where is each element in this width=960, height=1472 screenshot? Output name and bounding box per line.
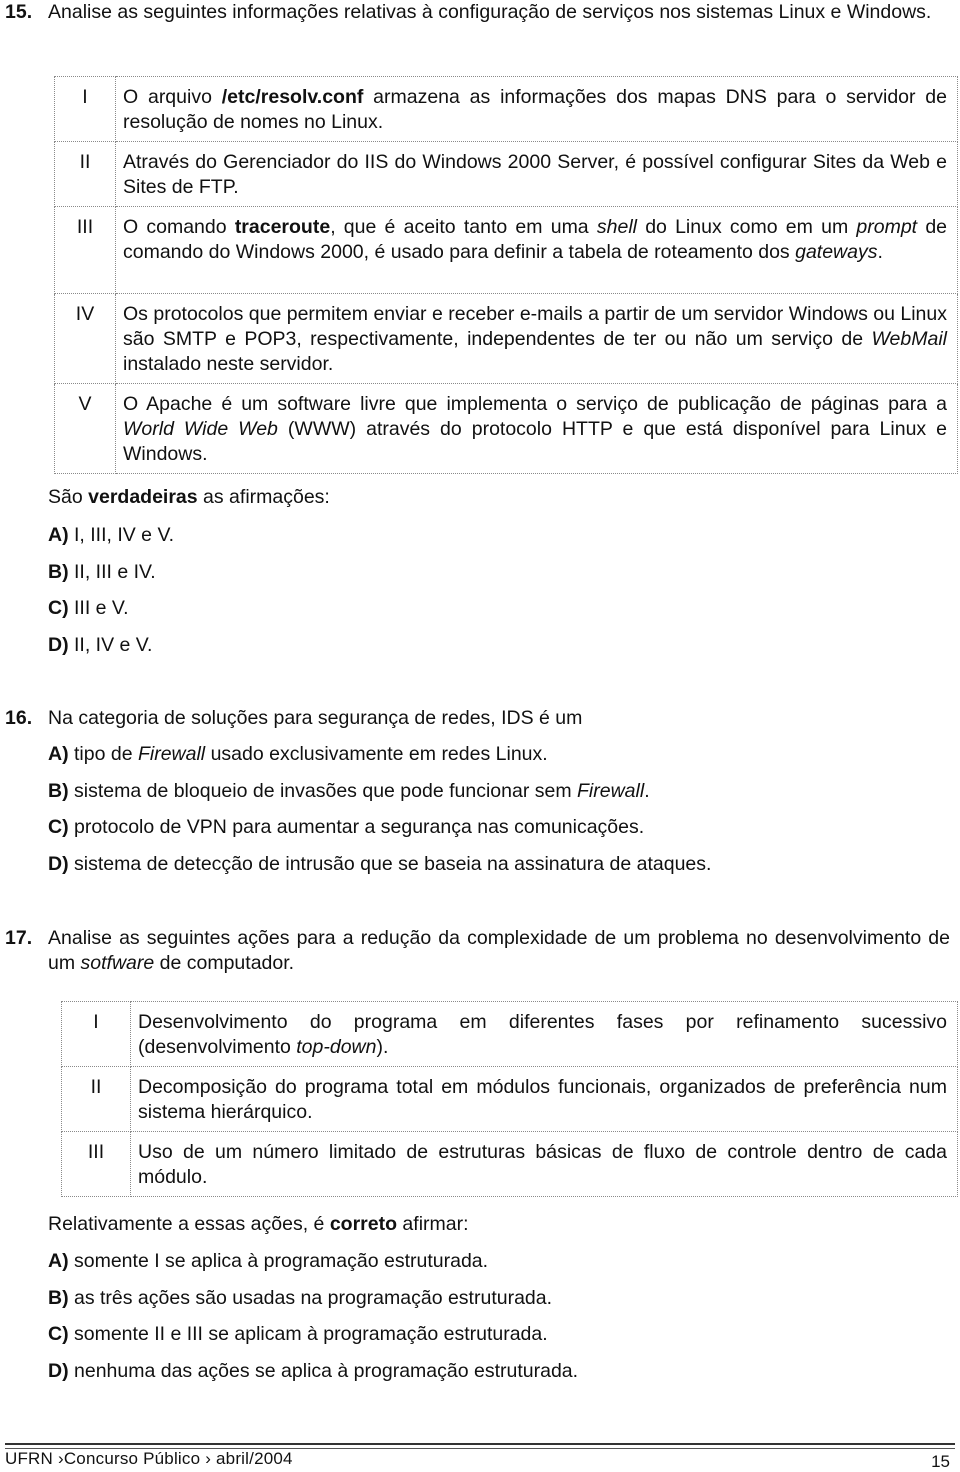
page-number: 15 bbox=[931, 1452, 950, 1471]
chevron-right-icon: › bbox=[205, 1449, 212, 1468]
statement-numeral: II bbox=[61, 1066, 131, 1132]
question-prompt: 17. Analise as seguintes ações para a re… bbox=[0, 926, 960, 976]
question-prompt-text: Analise as seguintes informações relativ… bbox=[48, 1, 932, 23]
statement-row: III O comando traceroute, que é aceito ta… bbox=[54, 206, 958, 294]
statement-row: I Desenvolvimento do programa em diferent… bbox=[61, 1001, 958, 1067]
answer-option-b[interactable]: B) II, III e IV. bbox=[48, 560, 156, 584]
option-text: sistema de bloqueio de invasões que pode… bbox=[74, 779, 650, 802]
statement-numeral: II bbox=[54, 141, 116, 207]
answer-option-b[interactable]: B) sistema de bloqueio de invasões que p… bbox=[48, 779, 650, 803]
option-text: somente II e III se aplicam à programaçã… bbox=[74, 1323, 548, 1345]
statement-numeral: I bbox=[54, 76, 116, 142]
question-stem: São verdadeiras as afirmações: bbox=[48, 486, 330, 508]
option-letter: C) bbox=[48, 816, 74, 838]
statement-numeral: III bbox=[61, 1131, 131, 1197]
question-prompt: 15. Analise as seguintes informações rel… bbox=[0, 0, 960, 25]
statement-text: Os protocolos que permitem enviar e rece… bbox=[115, 293, 958, 384]
option-text: I, III, IV e V. bbox=[74, 524, 175, 546]
option-text: tipo de Firewall usado exclusivamente em… bbox=[74, 743, 548, 765]
option-letter: D) bbox=[48, 633, 74, 656]
statement-text: Desenvolvimento do programa em diferente… bbox=[130, 1001, 958, 1067]
answer-option-c[interactable]: C) protocolo de VPN para aumentar a segu… bbox=[48, 815, 644, 839]
option-letter: B) bbox=[48, 560, 74, 583]
option-text: somente I se aplica à programação estrut… bbox=[74, 1250, 489, 1272]
option-letter: D) bbox=[48, 852, 74, 875]
question-number: 15. bbox=[5, 1, 33, 23]
statement-text: Através do Gerenciador do IIS do Windows… bbox=[115, 141, 958, 207]
question-number: 16. bbox=[5, 707, 33, 729]
question-prompt-text: Na categoria de soluções para segurança … bbox=[48, 707, 583, 729]
statement-text: O comando traceroute, que é aceito tanto… bbox=[115, 206, 958, 294]
option-letter: A) bbox=[48, 1250, 74, 1272]
answer-option-d[interactable]: D) sistema de detecção de intrusão que s… bbox=[48, 852, 711, 876]
footer-breadcrumb: UFRN ›Concurso Público › abril/2004 bbox=[5, 1449, 293, 1469]
statement-row: IO arquivo /etc/resolv.conf armazena as … bbox=[54, 76, 958, 142]
statement-row: IV Os protocolos que permitem enviar e re… bbox=[54, 293, 958, 384]
option-letter: D) bbox=[48, 1359, 74, 1382]
option-letter: A) bbox=[48, 743, 74, 765]
statements-table-q17: I Desenvolvimento do programa em diferent… bbox=[61, 1001, 958, 1197]
option-letter: B) bbox=[48, 1286, 74, 1309]
footer-institution: UFRN bbox=[5, 1449, 54, 1468]
footer-exam: Concurso Público bbox=[63, 1449, 201, 1468]
question-prompt-text: Analise as seguintes ações para a reduçã… bbox=[48, 927, 950, 974]
statement-text: O Apache é um software livre que impleme… bbox=[115, 383, 958, 474]
statement-row: II Através do Gerenciador do IIS do Windo… bbox=[54, 141, 958, 207]
statement-numeral: III bbox=[54, 206, 116, 294]
option-text: as três ações são usadas na programação … bbox=[74, 1286, 553, 1309]
question-stem: Relativamente a essas ações, é correto a… bbox=[48, 1213, 469, 1235]
statement-text: Decomposição do programa total em módulo… bbox=[130, 1066, 958, 1132]
statement-numeral: V bbox=[54, 383, 116, 474]
option-letter: A) bbox=[48, 524, 74, 546]
option-letter: B) bbox=[48, 779, 74, 802]
answer-option-d[interactable]: D) II, IV e V. bbox=[48, 633, 152, 657]
footer-date: abril/2004 bbox=[216, 1449, 293, 1468]
statement-text: Uso de um número limitado de estruturas … bbox=[130, 1131, 958, 1197]
question-17: 17. Analise as seguintes ações para a re… bbox=[0, 926, 960, 976]
question-15: 15. Analise as seguintes informações rel… bbox=[0, 0, 960, 25]
statement-row: II Decomposição do programa total em módu… bbox=[61, 1066, 958, 1132]
statement-row: VO Apache é um software livre que implem… bbox=[54, 383, 958, 474]
answer-option-a[interactable]: A) I, III, IV e V. bbox=[48, 523, 174, 547]
answer-option-a[interactable]: A) somente I se aplica à programação est… bbox=[48, 1249, 488, 1273]
question-number: 17. bbox=[5, 927, 33, 949]
answer-option-c[interactable]: C) III e V. bbox=[48, 596, 129, 620]
option-text: III e V. bbox=[74, 597, 129, 619]
question-prompt: 16. Na categoria de soluções para segura… bbox=[0, 706, 960, 731]
statement-text: O arquivo /etc/resolv.conf armazena as i… bbox=[115, 76, 958, 142]
option-text: protocolo de VPN para aumentar a seguran… bbox=[74, 816, 645, 838]
answer-option-a[interactable]: A) tipo de Firewall usado exclusivamente… bbox=[48, 742, 548, 766]
answer-option-d[interactable]: D) nenhuma das ações se aplica à program… bbox=[48, 1359, 578, 1383]
statements-table-q15: IO arquivo /etc/resolv.conf armazena as … bbox=[54, 76, 958, 474]
statement-row: III Uso de um número limitado de estrutur… bbox=[61, 1131, 958, 1197]
statement-numeral: I bbox=[61, 1001, 131, 1067]
option-text: sistema de detecção de intrusão que se b… bbox=[74, 852, 712, 875]
option-text: nenhuma das ações se aplica à programaçã… bbox=[74, 1359, 579, 1382]
option-text: II, IV e V. bbox=[74, 633, 153, 656]
answer-option-c[interactable]: C) somente II e III se aplicam à program… bbox=[48, 1322, 548, 1346]
option-text: II, III e IV. bbox=[74, 560, 156, 583]
answer-option-b[interactable]: B) as três ações são usadas na programaç… bbox=[48, 1286, 552, 1310]
statement-numeral: IV bbox=[54, 293, 116, 384]
option-letter: C) bbox=[48, 597, 74, 619]
question-16: 16. Na categoria de soluções para segura… bbox=[0, 706, 960, 731]
option-letter: C) bbox=[48, 1323, 74, 1345]
